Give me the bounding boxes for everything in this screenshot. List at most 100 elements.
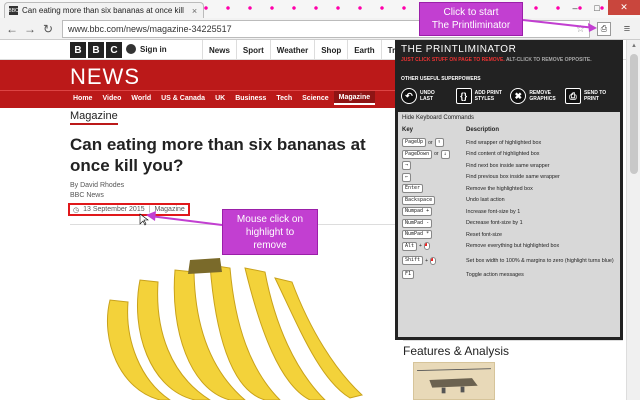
button-label: GRAPHICS [529,96,556,102]
command-row: Alt + Remove everything but highlighted b… [402,241,616,253]
key: Alt [402,241,418,251]
news-nav-uk[interactable]: UK [210,91,230,105]
article-date: 13 September 2015 [83,206,145,213]
sign-in-link[interactable]: Sign in [126,44,167,54]
browser-menu-icon[interactable]: ≡ [620,22,634,36]
features-heading: Features & Analysis [403,340,623,360]
page-scrollbar[interactable]: ▲ [626,40,640,400]
news-nav-magazine[interactable]: Magazine [333,91,376,105]
minimize-icon[interactable]: – [564,0,586,15]
url-text: www.bbc.com/news/magazine-34225517 [68,24,232,34]
key: NumPad * [402,230,433,240]
button-label: LAST [420,96,434,102]
command-row: PageUp or ↑ Find wrapper of highlighted bo… [402,137,616,149]
browser-tab[interactable]: BBC Can eating more than six bananas at … [4,2,204,18]
key: Backspace [402,195,436,205]
printliminator-title: THE PRINTLIMINATOR [401,44,517,55]
nav-sport[interactable]: Sport [235,40,270,60]
command-row: Backspace Undo last action [402,195,616,207]
callout-text: Click to start [443,7,499,18]
separator: | [148,206,151,213]
key: PageDown [402,149,433,159]
nav-earth[interactable]: Earth [347,40,380,60]
command-row: PageDown or ↓ Find content of highlighted … [402,149,616,161]
bananas-image [106,258,364,400]
bbc-logo-letter: B [70,42,86,58]
tab-close-icon[interactable]: × [190,6,199,16]
hide-keyboard-commands-link[interactable]: Hide Keyboard Commands [402,115,616,121]
command-row: F1 Toggle action messages [402,269,616,281]
send-to-print-button[interactable]: ⎙ SEND TO PRINT [564,88,617,104]
news-nav-tech[interactable]: Tech [271,91,297,105]
news-nav-us-canada[interactable]: US & Canada [156,91,210,105]
bbc-favicon-icon: BBC [8,6,19,15]
window-controls: – □ ✕ [564,0,640,15]
bbc-logo-letter: B [88,42,104,58]
news-nav-home[interactable]: Home [68,91,97,105]
nav-weather[interactable]: Weather [269,40,314,60]
nav-news[interactable]: News [202,40,236,60]
news-nav-business[interactable]: Business [230,91,271,105]
maximize-icon[interactable]: □ [586,0,608,15]
command-description: Remove the highlighted box [466,185,533,192]
callout-text: Mouse click on [236,214,304,225]
command-description: Remove everything but highlighted box [466,243,560,250]
bbc-logo-letter: C [106,42,122,58]
news-logo[interactable]: NEWS [70,64,140,90]
keyboard-commands: Hide Keyboard Commands Key Description P… [398,112,620,337]
bookmark-star-icon[interactable]: ☆ [576,24,585,35]
col-description: Description [466,127,500,133]
remove-graphics-button[interactable]: ✖ REMOVE GRAPHICS [510,88,562,104]
button-label: STYLES [474,96,495,102]
key: ↓ [440,149,450,159]
printliminator-extension-icon[interactable]: ⎙ [597,22,611,36]
callout-text: highlight to [245,227,295,238]
command-description: Decrease font-size by 1 [466,220,523,227]
command-row: NumPad * Reset font-size [402,229,616,241]
section-label[interactable]: Magazine [70,110,118,125]
back-arrow-icon[interactable]: ← [4,21,20,37]
instructions-main: JUST CLICK STUFF ON PAGE TO REMOVE. [401,57,505,63]
nav-shop[interactable]: Shop [314,40,347,60]
command-description: Set box width to 100% & margins to zero … [466,257,614,264]
command-description: Find next box inside same wrapper [466,162,550,169]
command-description: Increase font-size by 1 [466,208,521,215]
scroll-thumb[interactable] [630,54,638,174]
tab-strip: BBC Can eating more than six bananas at … [0,0,640,18]
undo-icon: ↶ [401,88,417,104]
commands-header: Key Description [402,127,616,133]
clock-icon: ◷ [73,206,80,214]
news-nav-science[interactable]: Science [297,91,333,105]
bbc-logo[interactable]: B B C [70,42,122,58]
command-row: → Find next box inside same wrapper [402,160,616,172]
date-section-link[interactable]: Magazine [154,206,184,213]
highlighted-dateline[interactable]: ◷ 13 September 2015 | Magazine [68,203,190,216]
helicopter-image [413,362,495,400]
key: ← [402,172,412,182]
author: By David Rhodes [70,182,125,189]
browser-toolbar: ← → ↻ www.bbc.com/news/magazine-34225517… [0,18,640,40]
mouse-click-icon [423,242,430,251]
forward-arrow-icon[interactable]: → [22,21,38,37]
instructions-alt: ALT-CLICK TO REMOVE OPPOSITE. [505,57,592,63]
printliminator-instructions: JUST CLICK STUFF ON PAGE TO REMOVE. ALT-… [401,57,592,63]
reload-icon[interactable]: ↻ [40,21,56,37]
scroll-up-icon[interactable]: ▲ [627,40,640,52]
mouse-click-icon [429,256,436,265]
add-print-styles-button[interactable]: {} ADD PRINT STYLES [455,88,508,104]
printliminator-panel: THE PRINTLIMINATOR JUST CLICK STUFF ON P… [395,40,623,340]
window-close-icon[interactable]: ✕ [608,0,640,15]
sign-in-label: Sign in [140,44,167,54]
key: Shift [402,256,424,265]
key: NumPad - [402,218,433,228]
undo-last-button[interactable]: ↶ UNDO LAST [401,88,453,104]
superpowers-label: OTHER USEFUL SUPERPOWERS [401,76,481,82]
news-nav: Home Video World US & Canada UK Business… [0,90,395,105]
col-key: Key [402,127,414,133]
key: F1 [402,270,415,280]
news-nav-world[interactable]: World [126,91,156,105]
command-description: Find content of highlighted box [466,151,540,158]
button-label: PRINT [583,96,599,102]
plus-text: + [419,243,422,250]
news-nav-video[interactable]: Video [97,91,126,105]
